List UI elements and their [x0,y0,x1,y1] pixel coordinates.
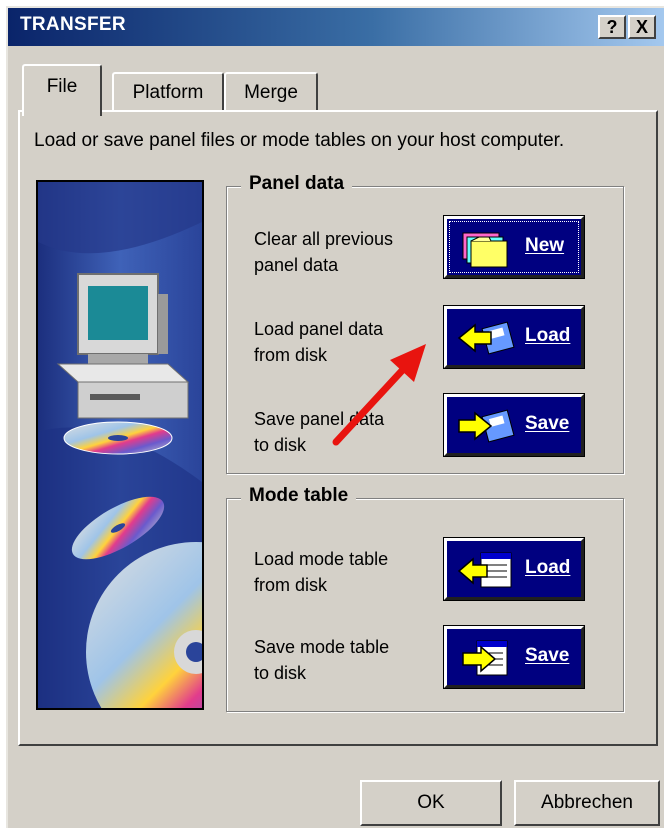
load-mode-label-line2: from disk [254,575,328,595]
clear-panel-label-line2: panel data [254,255,339,275]
save-mode-label: Save mode table to disk [254,634,434,686]
new-panel-button[interactable]: New [443,215,585,279]
load-table-icon [457,552,512,588]
cancel-button-label: Abbrechen [541,792,633,813]
ok-button-label: OK [417,792,445,813]
tab-merge-label: Merge [244,82,298,103]
load-panel-label-line2: from disk [254,345,328,365]
save-panel-button-label: Save [525,413,570,434]
new-button-label: New [525,235,565,256]
save-panel-button[interactable]: Save [443,393,585,457]
close-button[interactable]: X [628,15,656,39]
load-mode-label-line1: Load mode table [254,549,389,569]
clear-panel-label-line1: Clear all previous [254,229,394,249]
save-mode-label-line1: Save mode table [254,637,390,657]
save-mode-label-line2: to disk [254,663,307,683]
save-mode-button[interactable]: Save [443,625,585,689]
tab-file[interactable]: File [22,64,102,116]
window-title: TRANSFER [20,14,126,35]
tab-platform[interactable]: Platform [112,72,224,112]
load-mode-label: Load mode table from disk [254,546,434,598]
computer-illustration [36,180,204,710]
cancel-button[interactable]: Abbrechen [514,780,660,826]
load-mode-button-label: Load [525,557,571,578]
save-disk-icon [458,409,515,443]
clear-panel-label: Clear all previous panel data [254,226,434,278]
help-button[interactable]: ? [598,15,626,39]
tab-merge[interactable]: Merge [224,72,318,112]
title-bar[interactable]: TRANSFER ? X [8,8,664,46]
new-folders-icon [462,232,508,268]
tab-file-label: File [46,76,78,97]
tab-platform-label: Platform [132,82,204,103]
load-disk-icon [457,321,515,355]
panel-data-title: Panel data [241,173,353,195]
ok-button[interactable]: OK [360,780,502,826]
computer-cd-illustration-graphic [38,182,202,708]
load-panel-button-label: Load [525,325,571,346]
load-panel-button[interactable]: Load [443,305,585,369]
save-mode-button-label: Save [525,645,570,666]
red-arrow-annotation [332,344,426,446]
description-text: Load or save panel files or mode tables … [34,130,565,151]
save-panel-label-line2: to disk [254,435,307,455]
transfer-dialog: TRANSFER ? X File Platform Merge Load or… [6,6,664,828]
mode-table-title: Mode table [241,485,357,507]
save-table-icon [462,640,508,676]
load-mode-button[interactable]: Load [443,537,585,601]
